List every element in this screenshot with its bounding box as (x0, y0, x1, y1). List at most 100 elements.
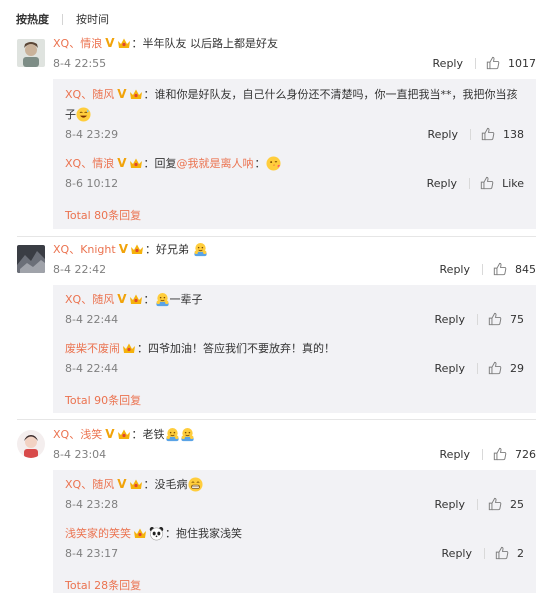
comment-body: XQ、Knight V ： 好兄弟 (53, 241, 208, 257)
like-button[interactable]: 726 (493, 447, 536, 461)
like-button[interactable]: Like (480, 176, 524, 190)
reply-body: XQ、随风 V ： 一辈子 (65, 291, 203, 307)
comment-text: 好兄弟 (156, 243, 189, 256)
avatar[interactable] (17, 39, 45, 67)
sort-divider (62, 13, 63, 25)
timestamp: 8-4 23:17 (65, 547, 119, 560)
sort-by-time-tab[interactable]: 按时间 (76, 11, 109, 27)
thumb-up-icon (480, 176, 494, 190)
like-count: 845 (515, 262, 536, 276)
comment-body: XQ、浅笑 V ： 老铁 (53, 426, 195, 442)
crown-icon (122, 342, 136, 354)
timestamp: 8-4 22:55 (53, 57, 107, 70)
colon: ： (145, 243, 156, 256)
total-replies-link[interactable]: Total 80条回复 (65, 207, 141, 223)
vip-icon: V (117, 292, 127, 306)
timestamp: 8-6 10:12 (65, 177, 119, 190)
colon: ： (131, 37, 143, 50)
reply-body: XQ、随风 V ： 没毛病 (65, 476, 203, 492)
comment-divider (17, 419, 536, 420)
thumb-up-icon (493, 447, 507, 461)
like-count: 29 (510, 361, 524, 375)
like-button[interactable]: 1017 (486, 56, 536, 70)
avatar[interactable] (17, 245, 45, 273)
colon: ： (254, 157, 266, 170)
like-button[interactable]: 2 (495, 546, 524, 560)
like-button[interactable]: 29 (488, 361, 524, 375)
username-link[interactable]: XQ、情浪 (65, 155, 114, 171)
timestamp: 8-4 22:44 (65, 362, 119, 375)
username-link[interactable]: XQ、随风 (65, 291, 114, 307)
like-count: 75 (510, 312, 524, 326)
kiss-emoji-icon (266, 156, 281, 171)
like-button[interactable]: 845 (493, 262, 536, 276)
action-divider (475, 57, 476, 69)
colon: ： (143, 293, 155, 306)
reply-button[interactable]: Reply (435, 362, 465, 375)
like-button[interactable]: 75 (488, 312, 524, 326)
vip-icon: V (117, 87, 127, 101)
thumb-up-icon (488, 497, 502, 511)
colon: ： (143, 88, 155, 101)
avatar[interactable] (17, 430, 45, 458)
crown-icon (130, 243, 144, 255)
comment-text: 老铁 (142, 428, 165, 441)
reply-text: 谁和你是好队友，自己什么身份还不清楚吗，你一直把我当**，我把你当孩 (154, 88, 518, 101)
username-link[interactable]: XQ、随风 (65, 476, 114, 492)
colon: ： (165, 527, 176, 540)
action-divider (482, 448, 483, 460)
reply-actions: Reply 138 (428, 127, 524, 141)
timestamp: 8-4 23:04 (53, 448, 107, 461)
mention-link[interactable]: @我就是离人呐 (177, 155, 254, 171)
reply-body: XQ、情浪 V ： 回复 @我就是离人呐 ： (65, 155, 281, 171)
vip-icon: V (118, 242, 128, 256)
vip-icon: V (105, 427, 115, 441)
grin-emoji-icon (188, 477, 203, 492)
timestamp: 8-4 22:42 (53, 263, 107, 276)
comment-text: 半年队友 以后路上都是好友 (142, 37, 279, 50)
username-link[interactable]: XQ、随风 (65, 86, 114, 102)
like-count: Like (502, 176, 524, 190)
like-button[interactable]: 138 (481, 127, 524, 141)
thumb-up-icon (488, 361, 502, 375)
sort-bar: 按热度 按时间 (16, 10, 109, 28)
action-divider (482, 263, 483, 275)
colon: ： (143, 157, 155, 170)
crown-icon (117, 428, 131, 440)
username-link[interactable]: XQ、Knight (53, 241, 116, 257)
username-link[interactable]: 废柴不废闹 (65, 340, 120, 356)
total-replies-link[interactable]: Total 90条回复 (65, 392, 141, 408)
like-button[interactable]: 25 (488, 497, 524, 511)
comment-actions: Reply 1017 (433, 56, 536, 70)
comment-actions: Reply 845 (440, 262, 536, 276)
reply-text-cont: 子 (65, 108, 76, 121)
reply-button[interactable]: Reply (442, 547, 472, 560)
reply-text: 抱住我家浅笑 (176, 527, 242, 540)
thumb-up-icon (493, 262, 507, 276)
reply-list: XQ、随风 V ： 没毛病 8-4 23:28 Reply 25 浅笑家的笑笑 (53, 470, 536, 593)
username-link[interactable]: 浅笑家的笑笑 (65, 525, 131, 541)
reply-button[interactable]: Reply (435, 313, 465, 326)
reply-button[interactable]: Reply (427, 177, 457, 190)
reply-button[interactable]: Reply (435, 498, 465, 511)
like-count: 138 (503, 127, 524, 141)
username-link[interactable]: XQ、情浪 (53, 35, 102, 51)
reply-actions: Reply Like (427, 176, 524, 190)
sort-by-hot-tab[interactable]: 按热度 (16, 11, 49, 27)
reply-text: 没毛病 (154, 478, 188, 491)
username-link[interactable]: XQ、浅笑 (53, 426, 102, 442)
reply-button[interactable]: Reply (428, 128, 458, 141)
reply-button[interactable]: Reply (440, 448, 470, 461)
crown-icon (129, 293, 143, 305)
reply-actions: Reply 29 (435, 361, 524, 375)
reply-button[interactable]: Reply (433, 57, 463, 70)
hug-emoji-icon (193, 242, 208, 257)
like-count: 1017 (508, 56, 536, 70)
total-replies-link[interactable]: Total 28条回复 (65, 577, 141, 593)
reply-text: 四爷加油！答应我们不要放弃！真的！ (148, 342, 335, 355)
timestamp: 8-4 23:28 (65, 498, 119, 511)
reply-actions: Reply 2 (442, 546, 524, 560)
crown-icon (129, 478, 143, 490)
reply-button[interactable]: Reply (440, 263, 470, 276)
laugh-sweat-emoji-icon (76, 107, 91, 122)
